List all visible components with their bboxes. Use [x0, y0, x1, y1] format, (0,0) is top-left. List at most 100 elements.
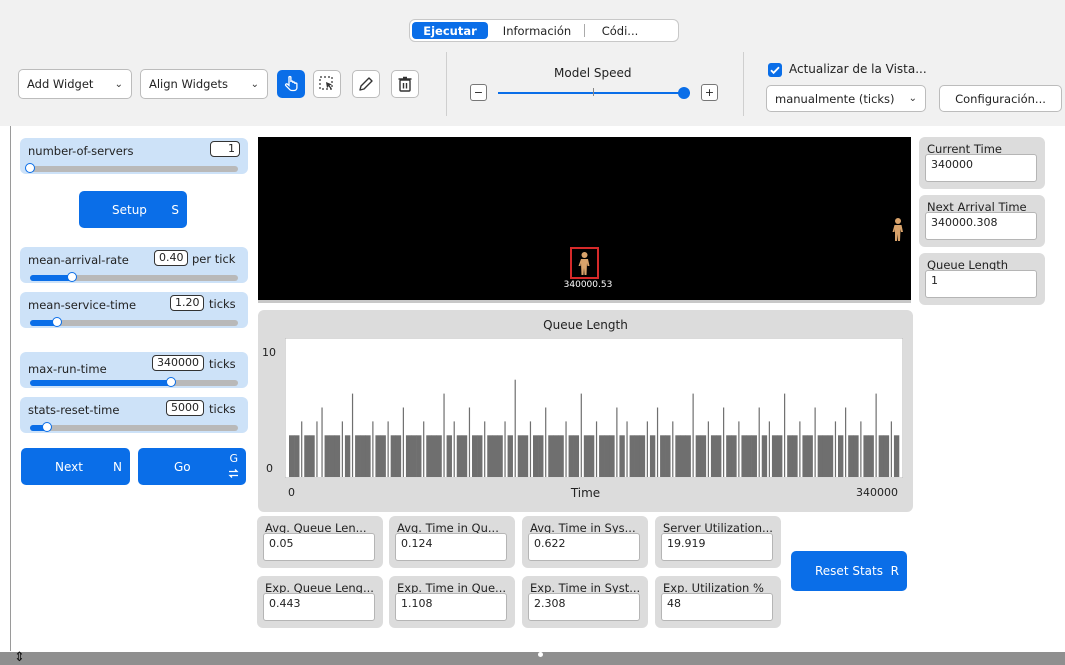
reset-stats-button[interactable]: Reset Stats R [791, 551, 907, 591]
go-button-label: Go [174, 459, 191, 474]
select-mode-button[interactable] [313, 70, 341, 98]
marquee-select-icon [319, 76, 333, 90]
plot-bar [626, 421, 628, 477]
slider-track[interactable] [30, 422, 238, 432]
setup-button[interactable]: Setup S [79, 191, 187, 228]
x-tick-max: 340000 [856, 486, 898, 499]
monitor-queue-length: Queue Length 1 [919, 253, 1045, 305]
plot-bar [548, 435, 554, 477]
slider-knob[interactable] [66, 272, 77, 282]
plot-bar [504, 421, 506, 477]
plot-bar [629, 435, 635, 477]
plot-bar [507, 435, 513, 477]
monitor-avg-queue-length: Avg. Queue Len... 0.05 [257, 516, 383, 568]
next-button[interactable]: Next N [21, 448, 130, 485]
tab-codigo[interactable]: Códi... [585, 20, 655, 41]
slider-number-of-servers[interactable]: number-of-servers 1 [20, 138, 248, 174]
plot-bar [768, 421, 770, 477]
plot-bar [777, 435, 783, 477]
plot-bar [814, 407, 816, 477]
slider-track[interactable] [30, 272, 238, 282]
update-mode-dropdown[interactable]: manualmente (ticks) ⌄ [766, 85, 926, 112]
monitor-value: 2.308 [528, 593, 640, 621]
plot-bar [558, 435, 564, 477]
settings-button[interactable]: Configuración... [939, 85, 1062, 112]
world-view[interactable]: 340000.53 [258, 137, 911, 303]
slider-knob[interactable] [166, 377, 177, 387]
model-speed-track[interactable] [498, 92, 690, 94]
add-widget-dropdown[interactable]: Add Widget ⌄ [18, 69, 132, 99]
view-bottom-border [258, 300, 911, 303]
plot-bar [355, 435, 361, 477]
slider-max-run-time[interactable]: max-run-time 340000 ticks [20, 352, 248, 388]
plot-bar [372, 421, 374, 477]
slider-track[interactable] [25, 163, 238, 173]
plot-bar [878, 435, 885, 477]
plot-bar [656, 407, 659, 477]
setup-shortcut-key: S [171, 202, 179, 217]
monitor-value: 0.443 [263, 593, 375, 621]
arriving-person-icon [892, 218, 903, 241]
slider-mean-service-time[interactable]: mean-service-time 1.20 ticks [20, 292, 248, 328]
plot-bar [685, 435, 691, 477]
plot-bar [675, 435, 681, 477]
slider-mean-arrival-rate[interactable]: mean-arrival-rate 0.40 per tick [20, 247, 248, 283]
plot-bar [301, 421, 303, 477]
plot-bar [827, 435, 834, 477]
monitor-value: 0.124 [395, 533, 507, 561]
slider-stats-reset-time[interactable]: stats-reset-time 5000 ticks [20, 397, 248, 433]
speed-decrease-button[interactable]: − [470, 84, 487, 101]
plot-bar [731, 435, 737, 477]
monitor-value: 48 [661, 593, 773, 621]
hand-pointer-icon [284, 75, 298, 92]
plot-bar [761, 435, 768, 477]
slider-knob[interactable] [25, 163, 35, 173]
resize-handle-icon[interactable]: ⇕ [14, 650, 25, 665]
slider-value[interactable]: 5000 [166, 400, 204, 416]
slider-value[interactable]: 1 [210, 141, 240, 157]
plot-bar [595, 421, 598, 477]
plot-bar [553, 435, 559, 477]
monitor-value: 19.919 [661, 533, 773, 561]
delete-mode-button[interactable] [391, 70, 419, 98]
update-view-label: Actualizar de la Vista... [789, 62, 927, 76]
monitor-current-time: Current Time 340000 [919, 137, 1045, 189]
plot-bar [309, 435, 315, 477]
slider-value[interactable]: 340000 [152, 355, 204, 371]
go-shortcut-key: G [229, 452, 238, 465]
slider-track[interactable] [30, 317, 238, 327]
splitter-handle[interactable] [538, 652, 543, 657]
plot-bar [784, 393, 786, 477]
plot-bar [868, 435, 874, 477]
align-widgets-dropdown[interactable]: Align Widgets ⌄ [140, 69, 268, 99]
plot-bar [431, 435, 437, 477]
go-button[interactable]: Go G [138, 448, 246, 485]
checkmark-icon [770, 66, 780, 75]
plot-bar [573, 435, 580, 477]
y-tick-min: 0 [266, 462, 273, 475]
interact-mode-button[interactable] [277, 70, 305, 98]
plot-bar [411, 435, 417, 477]
plot-bar [723, 407, 725, 477]
speed-increase-button[interactable]: + [701, 84, 718, 101]
plot-bar [375, 435, 381, 477]
slider-track[interactable] [30, 377, 238, 387]
slider-value[interactable]: 0.40 [154, 250, 188, 266]
plot-bar [616, 407, 618, 477]
monitor-next-arrival-time: Next Arrival Time 340000.308 [919, 195, 1045, 247]
reset-stats-label: Reset Stats [815, 564, 883, 578]
plot-bar [792, 435, 798, 477]
plot-bar [395, 435, 402, 477]
tab-informacion[interactable]: Información [490, 20, 584, 41]
update-view-checkbox[interactable] [768, 63, 782, 77]
x-axis-label: Time [570, 486, 601, 500]
plot-bar [580, 393, 582, 477]
slider-knob[interactable] [52, 317, 63, 327]
edit-mode-button[interactable] [352, 70, 380, 98]
slider-knob[interactable] [41, 422, 52, 432]
slider-value[interactable]: 1.20 [170, 295, 204, 311]
plot-area [285, 338, 903, 478]
tab-ejecutar[interactable]: Ejecutar [412, 22, 488, 39]
plot-bar [514, 379, 516, 477]
plot-bar [802, 435, 808, 477]
